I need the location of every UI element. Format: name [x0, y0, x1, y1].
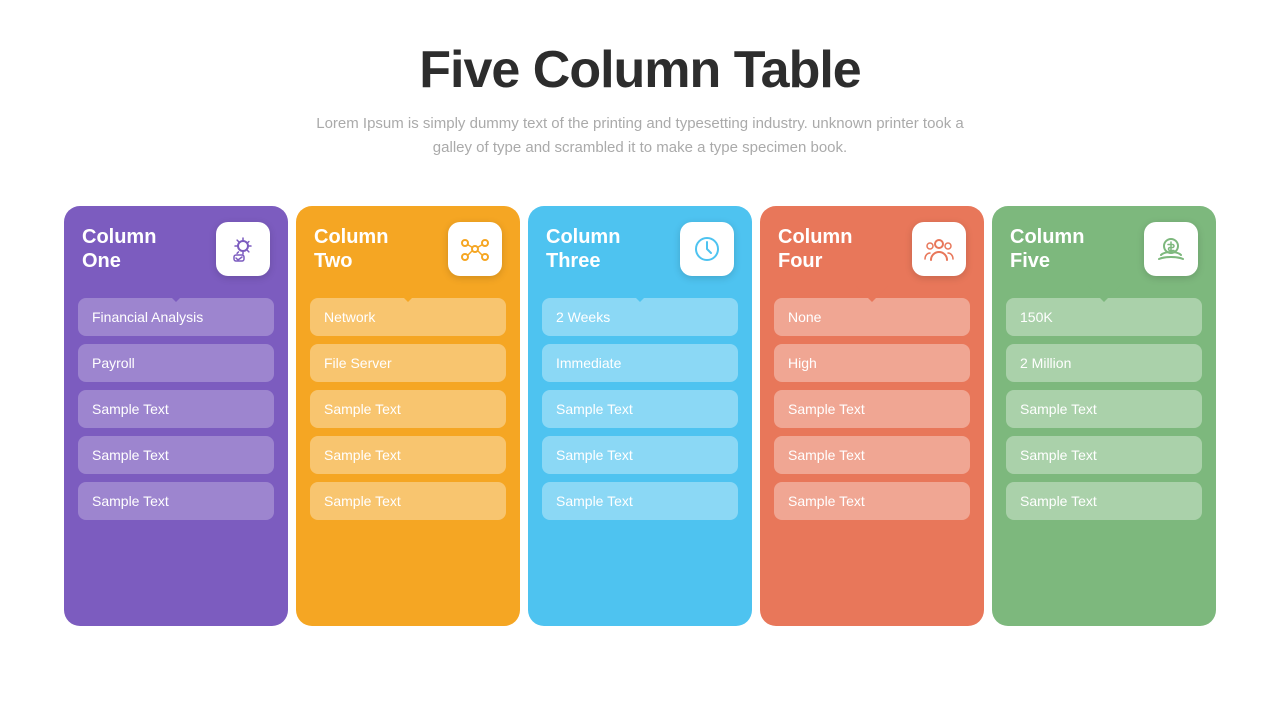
- network-icon: [459, 233, 491, 265]
- page-title: Five Column Table: [300, 40, 980, 100]
- list-item: Payroll: [78, 344, 274, 382]
- column-three: ColumnThree 2 Weeks Immediate Sample Tex…: [528, 206, 752, 626]
- column-one: ColumnOne Financial Analysis Payroll Sam…: [64, 206, 288, 626]
- list-item: Sample Text: [774, 390, 970, 428]
- list-item: 2 Million: [1006, 344, 1202, 382]
- list-item: Immediate: [542, 344, 738, 382]
- list-item: High: [774, 344, 970, 382]
- five-column-table: ColumnOne Financial Analysis Payroll Sam…: [60, 206, 1220, 626]
- col-four-header: ColumnFour: [774, 206, 970, 288]
- col-two-title: ColumnTwo: [314, 225, 388, 273]
- money-icon: [1155, 233, 1187, 265]
- col-four-title: ColumnFour: [778, 225, 852, 273]
- column-five: ColumnFive 150K 2 Million Sample Text Sa…: [992, 206, 1216, 626]
- people-icon: [923, 233, 955, 265]
- col-five-title: ColumnFive: [1010, 225, 1084, 273]
- list-item: Sample Text: [1006, 482, 1202, 520]
- col-two-icon-box: [448, 222, 502, 276]
- list-item: Sample Text: [310, 390, 506, 428]
- list-item: Sample Text: [542, 482, 738, 520]
- list-item: None: [774, 298, 970, 336]
- gear-check-icon: [227, 233, 259, 265]
- list-item: Sample Text: [78, 436, 274, 474]
- list-item: Sample Text: [78, 390, 274, 428]
- list-item: 150K: [1006, 298, 1202, 336]
- list-item: Sample Text: [542, 390, 738, 428]
- col-one-header: ColumnOne: [78, 206, 274, 288]
- list-item: Network: [310, 298, 506, 336]
- list-item: Sample Text: [310, 436, 506, 474]
- list-item: Sample Text: [1006, 436, 1202, 474]
- page-subtitle: Lorem Ipsum is simply dummy text of the …: [300, 112, 980, 160]
- column-two: ColumnTwo Network File Server Samp: [296, 206, 520, 626]
- page-header: Five Column Table Lorem Ipsum is simply …: [300, 40, 980, 160]
- list-item: File Server: [310, 344, 506, 382]
- list-item: 2 Weeks: [542, 298, 738, 336]
- col-two-header: ColumnTwo: [310, 206, 506, 288]
- col-one-icon-box: [216, 222, 270, 276]
- clock-icon: [691, 233, 723, 265]
- list-item: Sample Text: [774, 436, 970, 474]
- col-three-header: ColumnThree: [542, 206, 738, 288]
- col-five-header: ColumnFive: [1006, 206, 1202, 288]
- list-item: Sample Text: [774, 482, 970, 520]
- col-four-rows: None High Sample Text Sample Text Sample…: [774, 298, 970, 528]
- col-three-icon-box: [680, 222, 734, 276]
- col-one-rows: Financial Analysis Payroll Sample Text S…: [78, 298, 274, 528]
- col-three-title: ColumnThree: [546, 225, 620, 273]
- col-three-rows: 2 Weeks Immediate Sample Text Sample Tex…: [542, 298, 738, 528]
- col-five-rows: 150K 2 Million Sample Text Sample Text S…: [1006, 298, 1202, 528]
- col-two-rows: Network File Server Sample Text Sample T…: [310, 298, 506, 528]
- col-four-icon-box: [912, 222, 966, 276]
- list-item: Financial Analysis: [78, 298, 274, 336]
- column-four: ColumnFour None High Sample Text Sample …: [760, 206, 984, 626]
- list-item: Sample Text: [310, 482, 506, 520]
- col-five-icon-box: [1144, 222, 1198, 276]
- list-item: Sample Text: [1006, 390, 1202, 428]
- col-one-title: ColumnOne: [82, 225, 156, 273]
- list-item: Sample Text: [78, 482, 274, 520]
- list-item: Sample Text: [542, 436, 738, 474]
